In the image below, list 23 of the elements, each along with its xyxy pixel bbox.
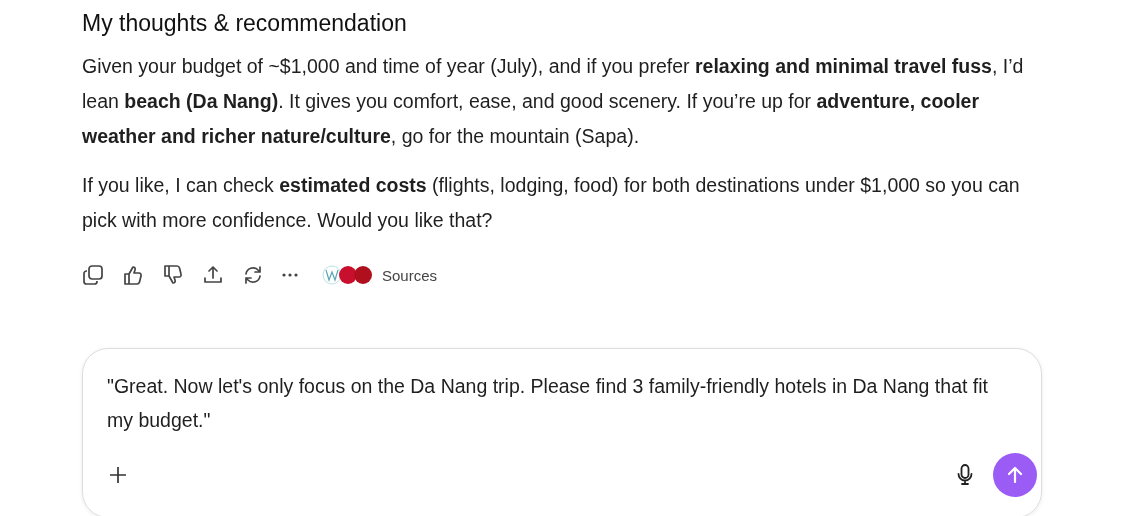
send-button[interactable] (993, 453, 1037, 497)
copy-button[interactable] (82, 264, 104, 286)
share-icon (202, 264, 224, 286)
thumbs-up-icon (122, 264, 144, 286)
sources-button[interactable]: Sources (322, 265, 438, 285)
retry-button[interactable] (242, 264, 264, 286)
paragraph: Given your budget of ~$1,000 and time of year (July), and if you prefer relaxing and minimal travel fuss, I’d lean beach (Da Nang). It gives you comfort, ease, and good scenery. If you’re up for adventure, cooler weather and richer nature/culture, go for the mountain (Sapa). (82, 54, 1025, 149)
copy-icon (82, 264, 104, 286)
refresh-icon (242, 264, 264, 286)
arrow-up-icon (1005, 465, 1025, 485)
share-button[interactable] (202, 264, 224, 286)
like-button[interactable] (122, 264, 144, 286)
thumbs-down-icon (162, 264, 184, 286)
more-icon (282, 273, 298, 277)
more-button[interactable] (282, 273, 298, 277)
section-heading: My thoughts & recommendation (82, 10, 408, 37)
microphone-icon (955, 463, 975, 487)
dislike-button[interactable] (162, 264, 184, 286)
add-button[interactable] (107, 464, 129, 486)
source-logos-drawing (322, 265, 374, 285)
plus-icon (107, 464, 129, 486)
paragraph: If you like, I can check estimated costs (flights, lodging, food) for both destinations under $1,000 so you can pick with more confidence. Would you like that? (82, 173, 1021, 233)
microphone-button[interactable] (955, 463, 975, 487)
